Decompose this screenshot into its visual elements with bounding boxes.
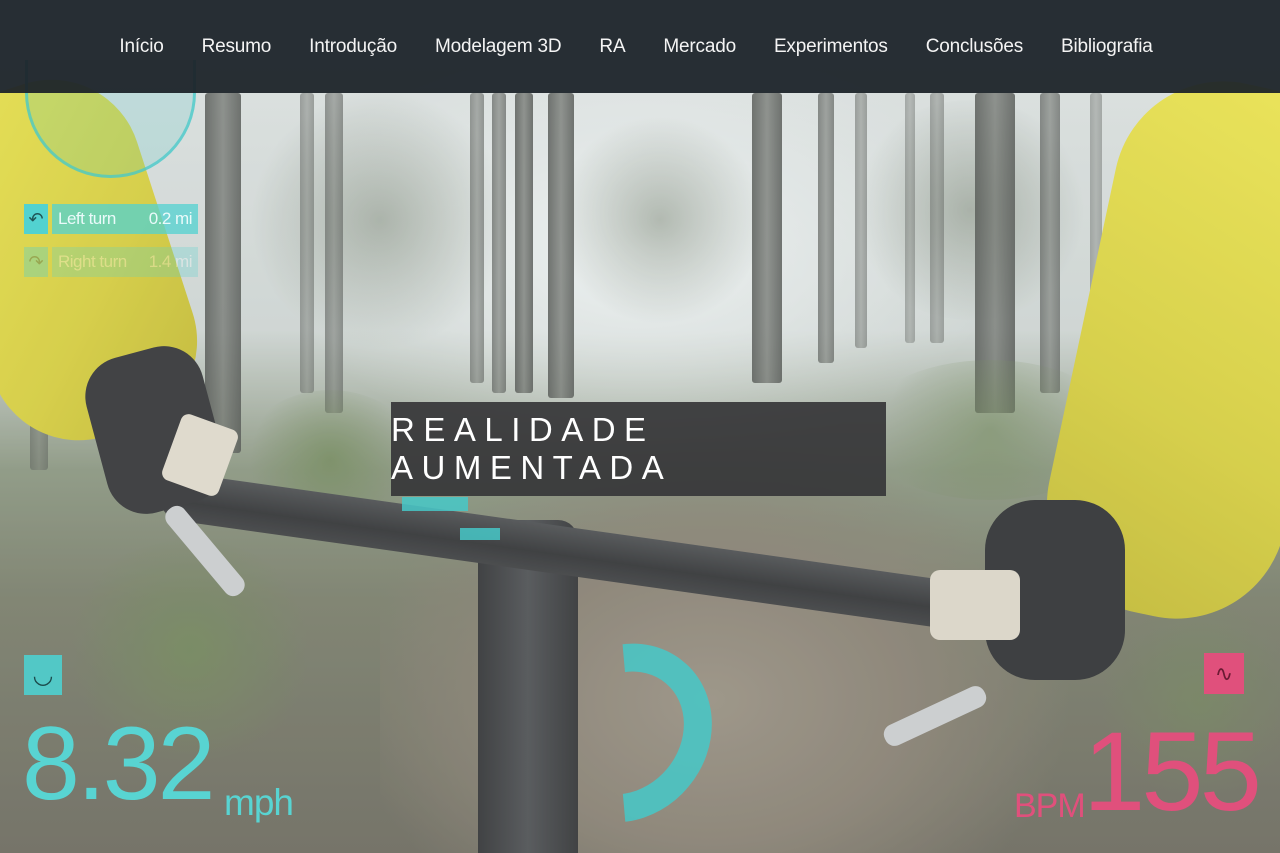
nav-item-conclusoes[interactable]: Conclusões [907, 36, 1042, 58]
nav-item-mercado[interactable]: Mercado [644, 36, 755, 58]
heart-rate-value: 155 [1083, 709, 1262, 834]
turn-instruction-secondary: ↷ Right turn 1.4 mi [24, 246, 198, 278]
nav-item-modelagem-3d[interactable]: Modelagem 3D [416, 36, 580, 58]
heart-rate-unit: BPM [1014, 787, 1086, 825]
turn-distance: 1.4 mi [148, 252, 193, 271]
speedometer-icon: ◡ [24, 655, 62, 695]
speed-value: 8.32 [22, 706, 215, 822]
page: ↶ Left turn 0.2 mi ↷ Right turn 1.4 mi ◡… [0, 0, 1280, 853]
turn-distance: 0.2 mi [148, 209, 193, 228]
nav-item-experimentos[interactable]: Experimentos [755, 36, 907, 58]
nav-item-bibliografia[interactable]: Bibliografia [1042, 36, 1172, 58]
heart-rate-icon: ∿ [1204, 653, 1244, 694]
left-turn-arrow-icon: ↶ [24, 204, 48, 234]
nav-menu: Início Resumo Introdução Modelagem 3D RA… [100, 36, 1171, 58]
nav-item-introducao[interactable]: Introdução [290, 36, 416, 58]
top-navbar: Início Resumo Introdução Modelagem 3D RA… [0, 0, 1280, 93]
hero-title: REALIDADE AUMENTADA [391, 411, 673, 486]
nav-item-inicio[interactable]: Início [100, 36, 182, 58]
nav-item-resumo[interactable]: Resumo [183, 36, 291, 58]
turn-label: Left turn [58, 209, 116, 228]
turn-label: Right turn [58, 252, 127, 271]
turn-instruction-primary: ↶ Left turn 0.2 mi [24, 203, 198, 235]
speed-unit: mph [224, 782, 294, 823]
nav-item-ra[interactable]: RA [580, 36, 644, 58]
right-turn-arrow-icon: ↷ [24, 247, 48, 277]
hero-title-box: REALIDADE AUMENTADA [391, 402, 886, 496]
